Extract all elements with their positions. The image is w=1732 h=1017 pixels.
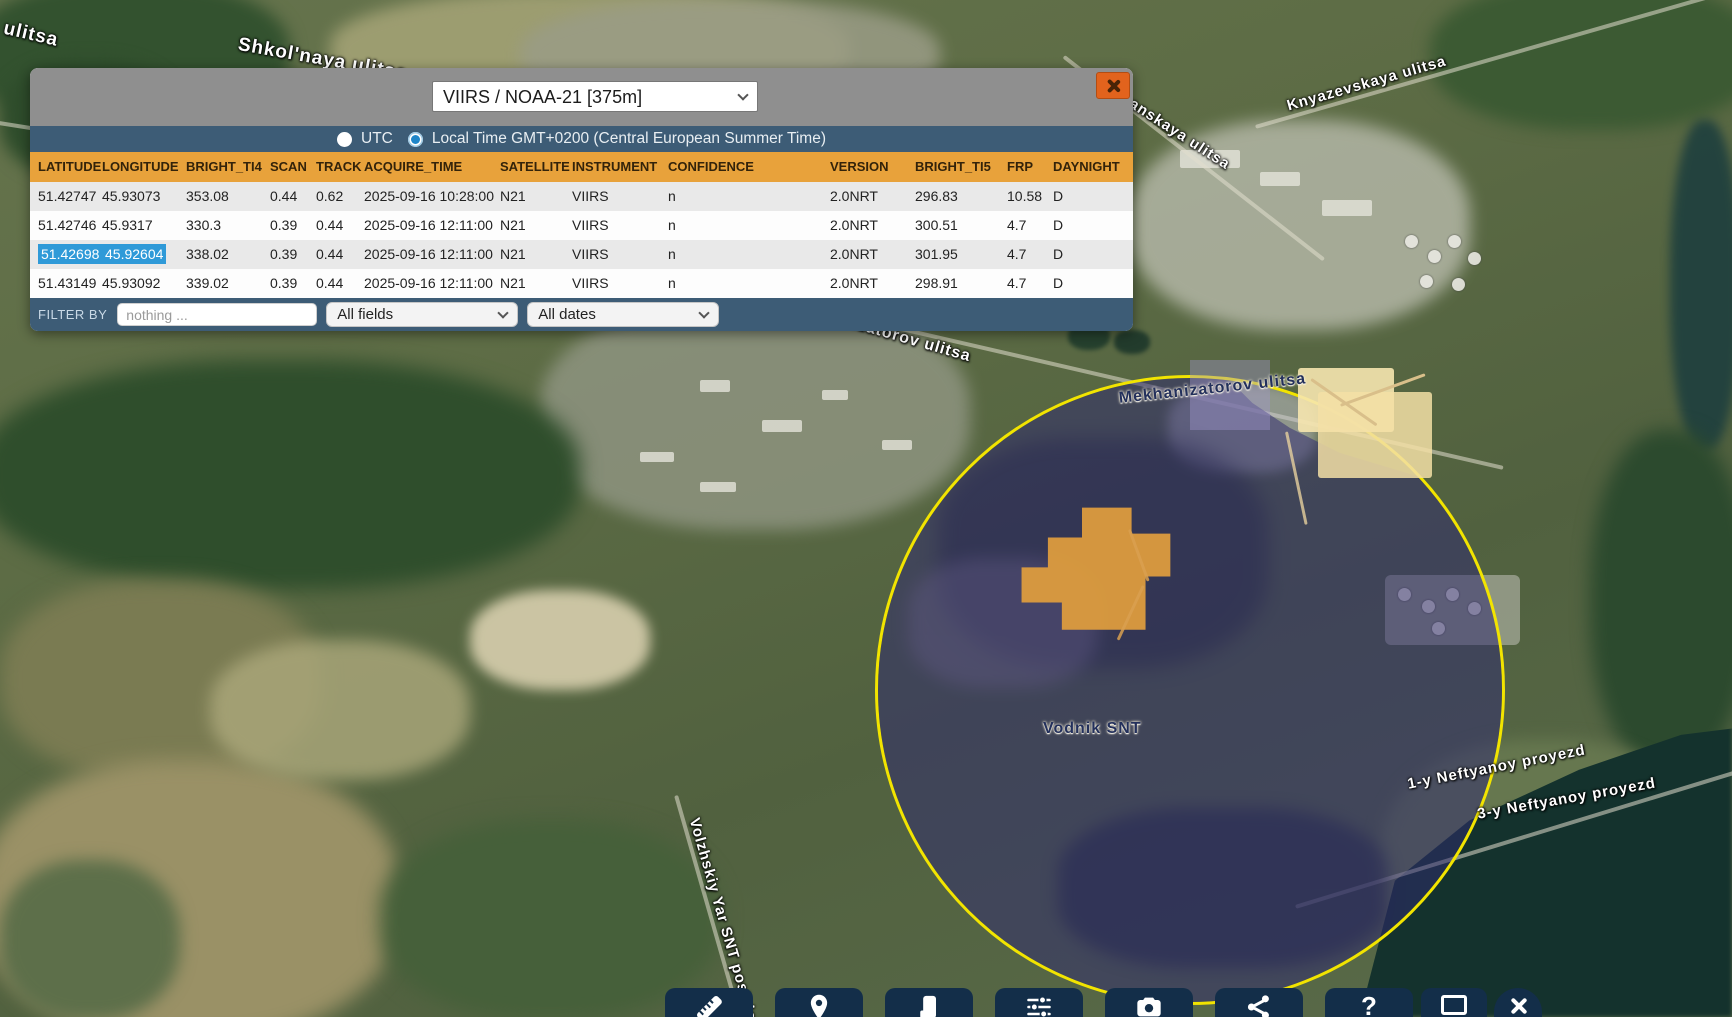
table-row[interactable]: 51.43149 45.93092 339.02 0.39 0.44 2025-… bbox=[30, 269, 1133, 298]
door-button[interactable] bbox=[885, 988, 973, 1017]
column-header: CONFIDENCE bbox=[668, 152, 830, 182]
column-header: LONGITUDE bbox=[102, 152, 186, 182]
panel-header[interactable]: VIIRS / NOAA-21 [375m] bbox=[30, 68, 1133, 126]
area-label-vodnik-snt: Vodnik SNT bbox=[1043, 720, 1142, 738]
building bbox=[700, 380, 730, 392]
ruler-icon bbox=[694, 993, 724, 1017]
pond bbox=[1114, 330, 1150, 354]
dataset-select-wrap: VIIRS / NOAA-21 [375m] bbox=[432, 81, 758, 112]
building bbox=[700, 482, 736, 492]
detection-footprint-beige bbox=[1318, 392, 1432, 478]
oil-tank bbox=[1405, 235, 1418, 248]
filter-by-label: FILTER BY bbox=[38, 307, 107, 322]
highlighted-cell: 45.92604 bbox=[102, 244, 166, 264]
frame-button[interactable] bbox=[1421, 988, 1487, 1017]
oil-tank bbox=[1452, 278, 1465, 291]
location-button[interactable] bbox=[775, 988, 863, 1017]
column-header: TRACK bbox=[316, 152, 364, 182]
close-icon bbox=[1105, 78, 1121, 94]
time-mode-bar: UTC Local Time GMT+0200 (Central Europea… bbox=[30, 126, 1133, 152]
quarry bbox=[470, 590, 650, 690]
rectangle-icon bbox=[1441, 995, 1467, 1015]
building bbox=[640, 452, 674, 462]
pond bbox=[1052, 330, 1070, 344]
column-header: ACQUIRE_TIME bbox=[364, 152, 500, 182]
highlighted-cell: 51.42698 bbox=[38, 244, 102, 264]
column-header: BRIGHT_TI4 bbox=[186, 152, 270, 182]
fire-data-panel: VIIRS / NOAA-21 [375m] UTC Local Time GM… bbox=[30, 68, 1133, 331]
building bbox=[1322, 200, 1372, 216]
help-button[interactable]: ? bbox=[1325, 988, 1413, 1017]
local-time-radio[interactable] bbox=[408, 132, 423, 147]
forest bbox=[0, 360, 580, 590]
filter-input[interactable] bbox=[117, 303, 317, 326]
dataset-select[interactable]: VIIRS / NOAA-21 [375m] bbox=[432, 81, 758, 112]
terrain-patch bbox=[210, 640, 470, 780]
column-header: DAYNIGHT bbox=[1053, 152, 1125, 182]
measure-button[interactable] bbox=[665, 988, 753, 1017]
oil-tank bbox=[1420, 275, 1433, 288]
fields-select[interactable]: All fields bbox=[326, 302, 518, 327]
fields-select-wrap: All fields bbox=[326, 302, 518, 327]
building bbox=[822, 390, 848, 400]
table-row-selected[interactable]: 51.42698 45.92604 338.02 0.39 0.44 2025-… bbox=[30, 240, 1133, 269]
share-button[interactable] bbox=[1215, 988, 1303, 1017]
utc-radio-label[interactable]: UTC bbox=[361, 130, 393, 148]
building bbox=[1260, 172, 1300, 186]
question-icon: ? bbox=[1361, 993, 1377, 1017]
column-header: LATITUDE bbox=[38, 152, 102, 182]
column-header: VERSION bbox=[830, 152, 915, 182]
screenshot-button[interactable] bbox=[1105, 988, 1193, 1017]
oil-tank bbox=[1428, 250, 1441, 263]
oil-tank bbox=[1468, 252, 1481, 265]
local-time-radio-label[interactable]: Local Time GMT+0200 (Central European Su… bbox=[432, 130, 826, 148]
close-button[interactable] bbox=[1096, 72, 1130, 99]
adjustments-button[interactable] bbox=[995, 988, 1083, 1017]
location-pin-icon bbox=[805, 993, 833, 1017]
map-viewer: vaya ulitsa Shkol'naya ulitsa Bryanskaya… bbox=[0, 0, 1732, 1017]
table-header-row: LATITUDE LONGITUDE BRIGHT_TI4 SCAN TRACK… bbox=[30, 152, 1133, 182]
river bbox=[1670, 120, 1732, 450]
sliders-icon bbox=[1025, 993, 1053, 1017]
column-header: INSTRUMENT bbox=[572, 152, 668, 182]
door-icon bbox=[915, 993, 943, 1017]
utc-radio[interactable] bbox=[337, 132, 352, 147]
camera-icon bbox=[1135, 993, 1163, 1017]
filter-bar: FILTER BY All fields All dates bbox=[30, 298, 1133, 331]
column-header: BRIGHT_TI5 bbox=[915, 152, 1007, 182]
table-row[interactable]: 51.42746 45.9317 330.3 0.39 0.44 2025-09… bbox=[30, 211, 1133, 240]
forest bbox=[1590, 430, 1732, 770]
table-row[interactable]: 51.42747 45.93073 353.08 0.44 0.62 2025-… bbox=[30, 182, 1133, 211]
dates-select[interactable]: All dates bbox=[527, 302, 719, 327]
column-header: SATELLITE bbox=[500, 152, 572, 182]
terrain-patch bbox=[380, 820, 720, 1017]
building bbox=[762, 420, 802, 432]
x-icon bbox=[1508, 996, 1528, 1016]
share-icon bbox=[1245, 993, 1273, 1017]
column-header: FRP bbox=[1007, 152, 1053, 182]
terrain-patch bbox=[0, 860, 180, 1017]
oil-tank bbox=[1448, 235, 1461, 248]
dates-select-wrap: All dates bbox=[527, 302, 719, 327]
column-header: SCAN bbox=[270, 152, 316, 182]
